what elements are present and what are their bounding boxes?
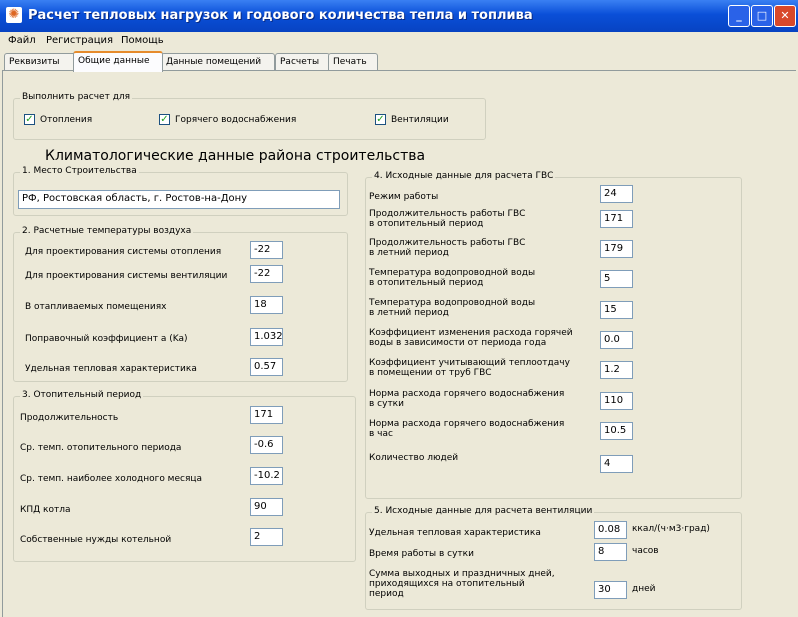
hot-water-checkbox-label: Горячего водоснабжения — [175, 115, 297, 125]
heating-checkbox[interactable]: ✓ — [24, 114, 35, 125]
ventilation-checkbox[interactable]: ✓ — [375, 114, 386, 125]
temps-label-heating-design: Для проектирования системы отопления — [25, 247, 222, 257]
vent-input-specific-heat[interactable]: 0.08 — [594, 521, 627, 539]
tab-calculations[interactable]: Расчеты — [275, 53, 330, 70]
gvs-label-consumption-coef: Коэффициент изменения расхода горячей во… — [369, 328, 573, 348]
hot-water-checkbox[interactable]: ✓ — [159, 114, 170, 125]
temps-input-heated-rooms[interactable]: 18 — [250, 296, 283, 314]
menu-help[interactable]: Помощь — [121, 35, 164, 46]
heating-input-boiler-efficiency[interactable]: 90 — [250, 498, 283, 516]
tab-requisites[interactable]: Реквизиты — [4, 53, 76, 70]
heating-label-avg-temp: Ср. темп. отопительного периода — [20, 443, 182, 453]
vent-label-days-off: Сумма выходных и праздничных дней, прихо… — [369, 569, 555, 599]
app-icon: ✺ — [6, 7, 22, 23]
maximize-button[interactable]: □ — [751, 5, 773, 27]
gvs-input-heat-loss-coef[interactable]: 1.2 — [600, 361, 633, 379]
gvs-input-mode[interactable]: 24 — [600, 185, 633, 203]
vent-label-specific-heat: Удельная тепловая характеристика — [369, 528, 541, 538]
temps-input-ventilation-design[interactable]: -22 — [250, 265, 283, 283]
menu-file[interactable]: Файл — [8, 35, 36, 46]
heating-label-coldest-month: Ср. темп. наиболее холодного месяца — [20, 474, 203, 484]
gvs-label-heating-duration: Продолжительность работы ГВС в отопитель… — [369, 209, 526, 229]
temps-input-correction[interactable]: 1.032 — [250, 328, 283, 346]
tab-room-data[interactable]: Данные помещений — [161, 53, 275, 70]
heating-checkbox-label: Отопления — [40, 115, 93, 125]
temps-label-heated-rooms: В отапливаемых помещениях — [25, 302, 167, 312]
temps-input-specific-heat[interactable]: 0.57 — [250, 358, 283, 376]
heating-label-boiler-efficiency: КПД котла — [20, 505, 71, 515]
gvs-label-water-temp-heating: Температура водопроводной воды в отопите… — [369, 268, 536, 288]
heating-input-duration[interactable]: 171 — [250, 406, 283, 424]
vent-label-hours: Время работы в сутки — [369, 549, 474, 559]
heating-input-avg-temp[interactable]: -0.6 — [250, 436, 283, 454]
temps-label-specific-heat: Удельная тепловая характеристика — [25, 364, 197, 374]
gvs-input-people[interactable]: 4 — [600, 455, 633, 473]
location-input[interactable]: РФ, Ростовская область, г. Ростов-на-Дон… — [18, 190, 340, 209]
gvs-input-heating-duration[interactable]: 171 — [600, 210, 633, 228]
minimize-button[interactable]: _ — [728, 5, 750, 27]
heating-label-own-needs: Собственные нужды котельной — [20, 535, 172, 545]
climate-title: Климатологические данные района строител… — [45, 148, 426, 164]
window-title: Расчет тепловых нагрузок и годового коли… — [28, 8, 533, 23]
vent-input-hours[interactable]: 8 — [594, 543, 627, 561]
title-bar[interactable]: ✺ Расчет тепловых нагрузок и годового ко… — [0, 0, 798, 32]
close-button[interactable]: ✕ — [774, 5, 796, 27]
gvs-label-water-temp-summer: Температура водопроводной воды в летний … — [369, 298, 536, 318]
ventilation-checkbox-label: Вентиляции — [391, 115, 449, 125]
gvs-label-people: Количество людей — [369, 453, 459, 463]
gvs-input-consumption-coef[interactable]: 0.0 — [600, 331, 633, 349]
tab-general-data[interactable]: Общие данные — [73, 51, 163, 72]
tab-print[interactable]: Печать — [328, 53, 378, 70]
vent-unit-specific-heat: ккал/(ч·м3·град) — [632, 524, 710, 534]
gvs-label-norm-hour: Норма расхода горячего водоснабжения в ч… — [369, 419, 565, 439]
gvs-input-summer-duration[interactable]: 179 — [600, 240, 633, 258]
vent-unit-hours: часов — [632, 546, 659, 556]
gvs-label-summer-duration: Продолжительность работы ГВС в летний пе… — [369, 238, 526, 258]
heating-input-own-needs[interactable]: 2 — [250, 528, 283, 546]
heating-label-duration: Продолжительность — [20, 413, 119, 423]
heating-period-group-label: 3. Отопительный период — [20, 390, 144, 400]
menu-registration[interactable]: Регистрация — [46, 35, 113, 46]
heating-input-coldest-month[interactable]: -10.2 — [250, 467, 283, 485]
tab-strip: Реквизиты Общие данные Данные помещений … — [0, 51, 798, 72]
menu-bar: Файл Регистрация Помощь — [0, 32, 798, 50]
gvs-label-heat-loss-coef: Коэффициент учитывающий теплоотдачу в по… — [369, 358, 570, 378]
gvs-label-norm-day: Норма расхода горячего водоснабжения в с… — [369, 389, 565, 409]
location-group-label: 1. Место Строительства — [20, 166, 139, 176]
temps-input-heating-design[interactable]: -22 — [250, 241, 283, 259]
gvs-label-mode: Режим работы — [369, 192, 439, 202]
temps-label-ventilation-design: Для проектирования системы вентиляции — [25, 271, 228, 281]
vent-unit-days-off: дней — [632, 584, 656, 594]
gvs-input-norm-day[interactable]: 110 — [600, 392, 633, 410]
gvs-input-norm-hour[interactable]: 10.5 — [600, 422, 633, 440]
gvs-group-label: 4. Исходные данные для расчета ГВС — [372, 171, 556, 181]
temps-group-label: 2. Расчетные температуры воздуха — [20, 226, 194, 236]
vent-group-label: 5. Исходные данные для расчета вентиляци… — [372, 506, 595, 516]
gvs-input-water-temp-heating[interactable]: 5 — [600, 270, 633, 288]
perform-group-label: Выполнить расчет для — [20, 92, 133, 102]
vent-input-days-off[interactable]: 30 — [594, 581, 627, 599]
gvs-input-water-temp-summer[interactable]: 15 — [600, 301, 633, 319]
temps-label-correction: Поправочный коэффициент a (Ka) — [25, 334, 188, 344]
